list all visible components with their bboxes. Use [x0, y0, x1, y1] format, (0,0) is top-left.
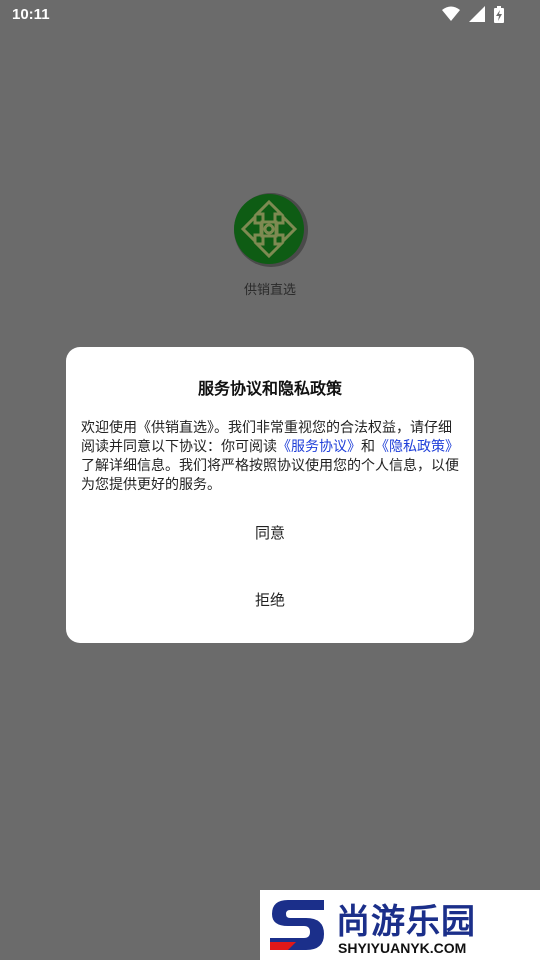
service-agreement-link[interactable]: 《服务协议》	[277, 439, 361, 455]
watermark-banner: 尚游乐园 SHYIYUANYK.COM	[260, 890, 540, 960]
body-text-and: 和	[361, 439, 375, 455]
wifi-icon	[441, 6, 460, 21]
body-text-2: 了解详细信息。我们将严格按照协议使用您的个人信息，以便为您提供更好的服务。	[81, 458, 459, 493]
app-logo-icon	[234, 193, 308, 267]
status-icons	[438, 6, 504, 24]
refuse-button[interactable]: 拒绝	[66, 580, 474, 620]
battery-charging-icon	[494, 6, 504, 23]
app-name: 供销直选	[243, 283, 296, 298]
s-logo-icon	[270, 900, 324, 950]
dialog-title: 服务协议和隐私政策	[197, 379, 342, 398]
watermark-name: 尚游乐园	[336, 902, 476, 942]
agreement-dialog: 服务协议和隐私政策 欢迎使用《供销直选》。我们非常重视您的合法权益，请仔细阅读并…	[66, 347, 474, 643]
agree-button[interactable]: 同意	[66, 513, 474, 553]
privacy-policy-link[interactable]: 《隐私政策》	[375, 439, 459, 455]
watermark-domain: SHYIYUANYK.COM	[338, 940, 467, 956]
dialog-body: 欢迎使用《供销直选》。我们非常重视您的合法权益，请仔细阅读并同意以下协议：你可阅…	[81, 419, 459, 495]
signal-icon	[468, 6, 485, 22]
status-time: 10:11	[12, 6, 50, 23]
status-bar: 10:11	[0, 0, 540, 30]
